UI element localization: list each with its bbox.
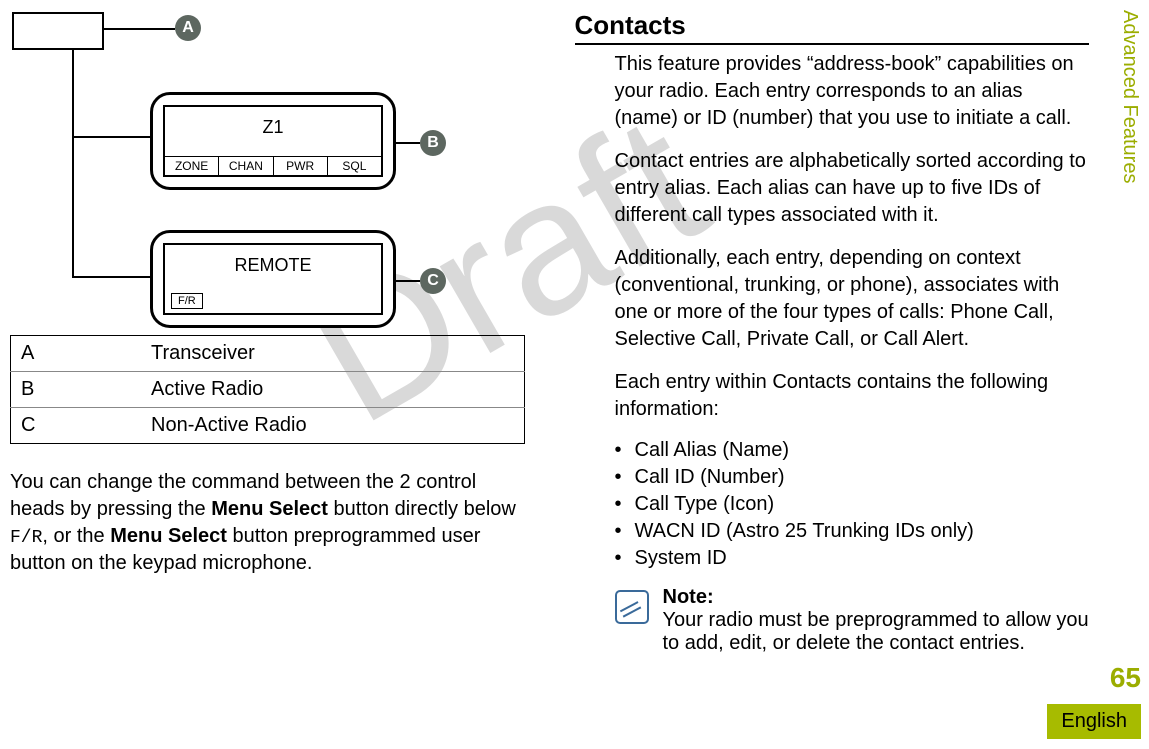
text: button directly below (328, 498, 516, 520)
connector-line (102, 28, 175, 30)
paragraph: Each entry within Contacts contains the … (615, 369, 1090, 423)
list-item: System ID (615, 547, 1090, 570)
section-heading: Contacts (575, 10, 1090, 45)
bullet-list: Call Alias (Name) Call ID (Number) Call … (615, 439, 1090, 570)
fr-label: F/R (171, 293, 203, 309)
softkey: SQL (328, 157, 381, 175)
note-block: Note: Your radio must be preprogrammed t… (615, 586, 1090, 655)
badge-c: C (420, 268, 446, 294)
connector-line (72, 276, 150, 278)
text: , or the (42, 525, 110, 547)
device-screen: REMOTE F/R (163, 243, 383, 315)
legend-key: A (11, 336, 142, 372)
softkey: ZONE (165, 157, 219, 175)
softkey: PWR (274, 157, 328, 175)
legend-key: B (11, 372, 142, 408)
table-row: A Transceiver (11, 336, 525, 372)
non-active-radio-device: REMOTE F/R (150, 230, 396, 328)
badge-a: A (175, 15, 201, 41)
paragraph: Additionally, each entry, depending on c… (615, 245, 1090, 353)
screen-title: REMOTE (165, 255, 381, 276)
left-paragraph: You can change the command between the 2… (10, 469, 525, 577)
mono-text: F/R (10, 528, 42, 548)
legend-label: Transceiver (141, 336, 524, 372)
transceiver-box (12, 12, 104, 50)
left-column: Z1 ZONE CHAN PWR SQL REMOTE F/R A B C (10, 10, 525, 655)
list-item: Call Alias (Name) (615, 439, 1090, 462)
screen-title: Z1 (165, 117, 381, 138)
active-radio-device: Z1 ZONE CHAN PWR SQL (150, 92, 396, 190)
bold-text: Menu Select (110, 525, 227, 547)
connector-line (72, 48, 74, 278)
bold-text: Menu Select (211, 498, 328, 520)
legend-label: Non-Active Radio (141, 408, 524, 444)
note-body: Your radio must be preprogrammed to allo… (663, 609, 1089, 654)
connector-line (72, 136, 150, 138)
legend-key: C (11, 408, 142, 444)
connector-line (392, 280, 420, 282)
paragraph: Contact entries are alphabetically sorte… (615, 148, 1090, 229)
softkey: CHAN (219, 157, 273, 175)
table-row: B Active Radio (11, 372, 525, 408)
connector-line (392, 142, 420, 144)
paragraph: This feature provides “address-book” cap… (615, 51, 1090, 132)
softkey-row: ZONE CHAN PWR SQL (165, 156, 381, 175)
right-column: Contacts This feature provides “address-… (575, 10, 1110, 655)
table-row: C Non-Active Radio (11, 408, 525, 444)
note-text: Note: Your radio must be preprogrammed t… (663, 586, 1090, 655)
legend-table: A Transceiver B Active Radio C Non-Activ… (10, 335, 525, 444)
page-number: 65 (1110, 662, 1141, 694)
diagram: Z1 ZONE CHAN PWR SQL REMOTE F/R A B C (10, 10, 525, 320)
note-label: Note: (663, 586, 714, 608)
list-item: Call Type (Icon) (615, 493, 1090, 516)
language-tab: English (1047, 704, 1141, 739)
list-item: WACN ID (Astro 25 Trunking IDs only) (615, 520, 1090, 543)
note-icon (615, 590, 649, 624)
badge-b: B (420, 130, 446, 156)
list-item: Call ID (Number) (615, 466, 1090, 489)
device-screen: Z1 ZONE CHAN PWR SQL (163, 105, 383, 177)
legend-label: Active Radio (141, 372, 524, 408)
